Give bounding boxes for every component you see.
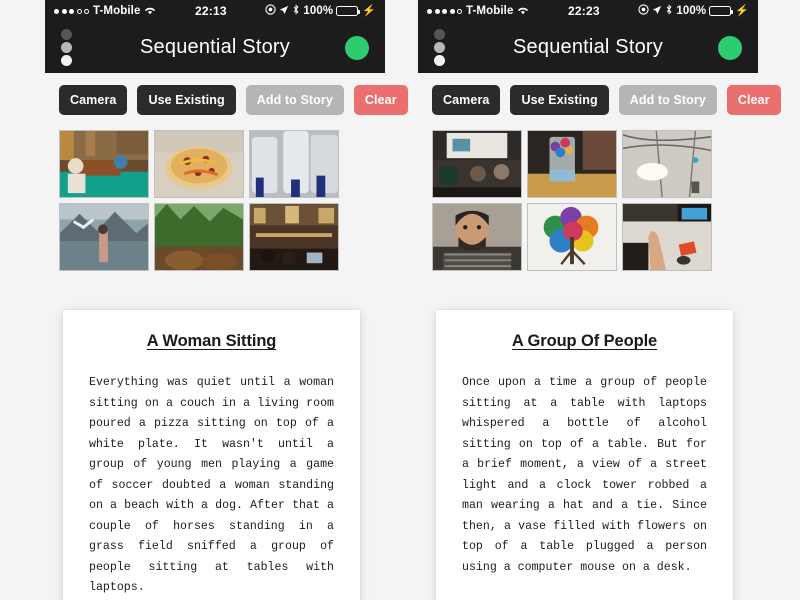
rotation-lock-icon [265,4,277,18]
screenshot-canvas: T-Mobile 22:13 100% ⚡ Sequential Story C… [0,0,800,600]
green-status-dot[interactable] [718,35,742,60]
thumbnail-image[interactable] [622,130,712,198]
carrier-label: T-Mobile [466,5,514,17]
action-button-row-left: Camera Use Existing Add to Story Clear [45,73,408,125]
lightning-bolt-icon: ⚡ [735,4,749,17]
action-button-row-right: Camera Use Existing Add to Story Clear [418,73,781,125]
story-text: Everything was quiet until a woman sitti… [89,376,341,594]
thumbnail-grid-left [45,125,385,271]
use-existing-button[interactable]: Use Existing [510,85,609,115]
thumbnail-image[interactable] [249,203,339,271]
bluetooth-icon [292,4,300,18]
thumbnail-image[interactable] [432,203,522,271]
three-dots-menu-icon[interactable] [434,29,446,66]
thumbnail-image[interactable] [59,203,149,271]
add-to-story-button[interactable]: Add to Story [618,85,717,115]
camera-button[interactable]: Camera [59,85,128,115]
wifi-icon [144,6,156,16]
page-title: Sequential Story [513,36,663,58]
green-status-dot[interactable] [345,35,369,60]
status-bar-left: T-Mobile 22:13 100% ⚡ [45,0,385,22]
use-existing-button[interactable]: Use Existing [137,85,236,115]
battery-percent-label: 100% [303,5,334,17]
navbar-left: Sequential Story [45,22,385,73]
thumbnail-image[interactable] [249,130,339,198]
story-title: A Group Of People [511,332,658,350]
signal-strength-icon [427,8,462,14]
thumbnail-image[interactable] [527,203,617,271]
page-title: Sequential Story [140,36,290,58]
rotation-lock-icon [638,4,650,18]
phone-header-left: T-Mobile 22:13 100% ⚡ Sequential Story [45,0,385,73]
bluetooth-icon [665,4,673,18]
navbar-right: Sequential Story [418,22,758,73]
three-dots-menu-icon[interactable] [61,29,73,66]
battery-icon [336,6,361,16]
clock-label: 22:23 [568,4,600,18]
story-text: Once upon a time a group of people sitti… [462,376,714,574]
story-card-left: A Woman Sitting Everything was quiet unt… [63,310,360,600]
camera-button[interactable]: Camera [432,85,501,115]
clock-label: 22:13 [195,4,227,18]
thumbnail-image[interactable] [527,130,617,198]
battery-icon [709,6,734,16]
thumbnail-image[interactable] [59,130,149,198]
thumbnail-image[interactable] [432,130,522,198]
thumbnail-image[interactable] [622,203,712,271]
thumbnail-image[interactable] [154,130,244,198]
carrier-label: T-Mobile [93,5,141,17]
story-card-right: A Group Of People Once upon a time a gro… [436,310,733,600]
clear-button[interactable]: Clear [353,85,408,115]
phone-mockup-right: T-Mobile 22:23 100% ⚡ Sequential Story C… [418,0,781,600]
location-arrow-icon [652,5,662,18]
battery-percent-label: 100% [676,5,707,17]
thumbnail-image[interactable] [154,203,244,271]
clear-button[interactable]: Clear [726,85,781,115]
location-arrow-icon [279,5,289,18]
status-bar-right: T-Mobile 22:23 100% ⚡ [418,0,758,22]
lightning-bolt-icon: ⚡ [362,4,376,17]
thumbnail-grid-right [418,125,758,271]
story-title: A Woman Sitting [146,332,277,350]
wifi-icon [517,6,529,16]
add-to-story-button[interactable]: Add to Story [245,85,344,115]
phone-header-right: T-Mobile 22:23 100% ⚡ Sequential Story [418,0,758,73]
phone-mockup-left: T-Mobile 22:13 100% ⚡ Sequential Story C… [45,0,408,600]
signal-strength-icon [54,8,89,14]
